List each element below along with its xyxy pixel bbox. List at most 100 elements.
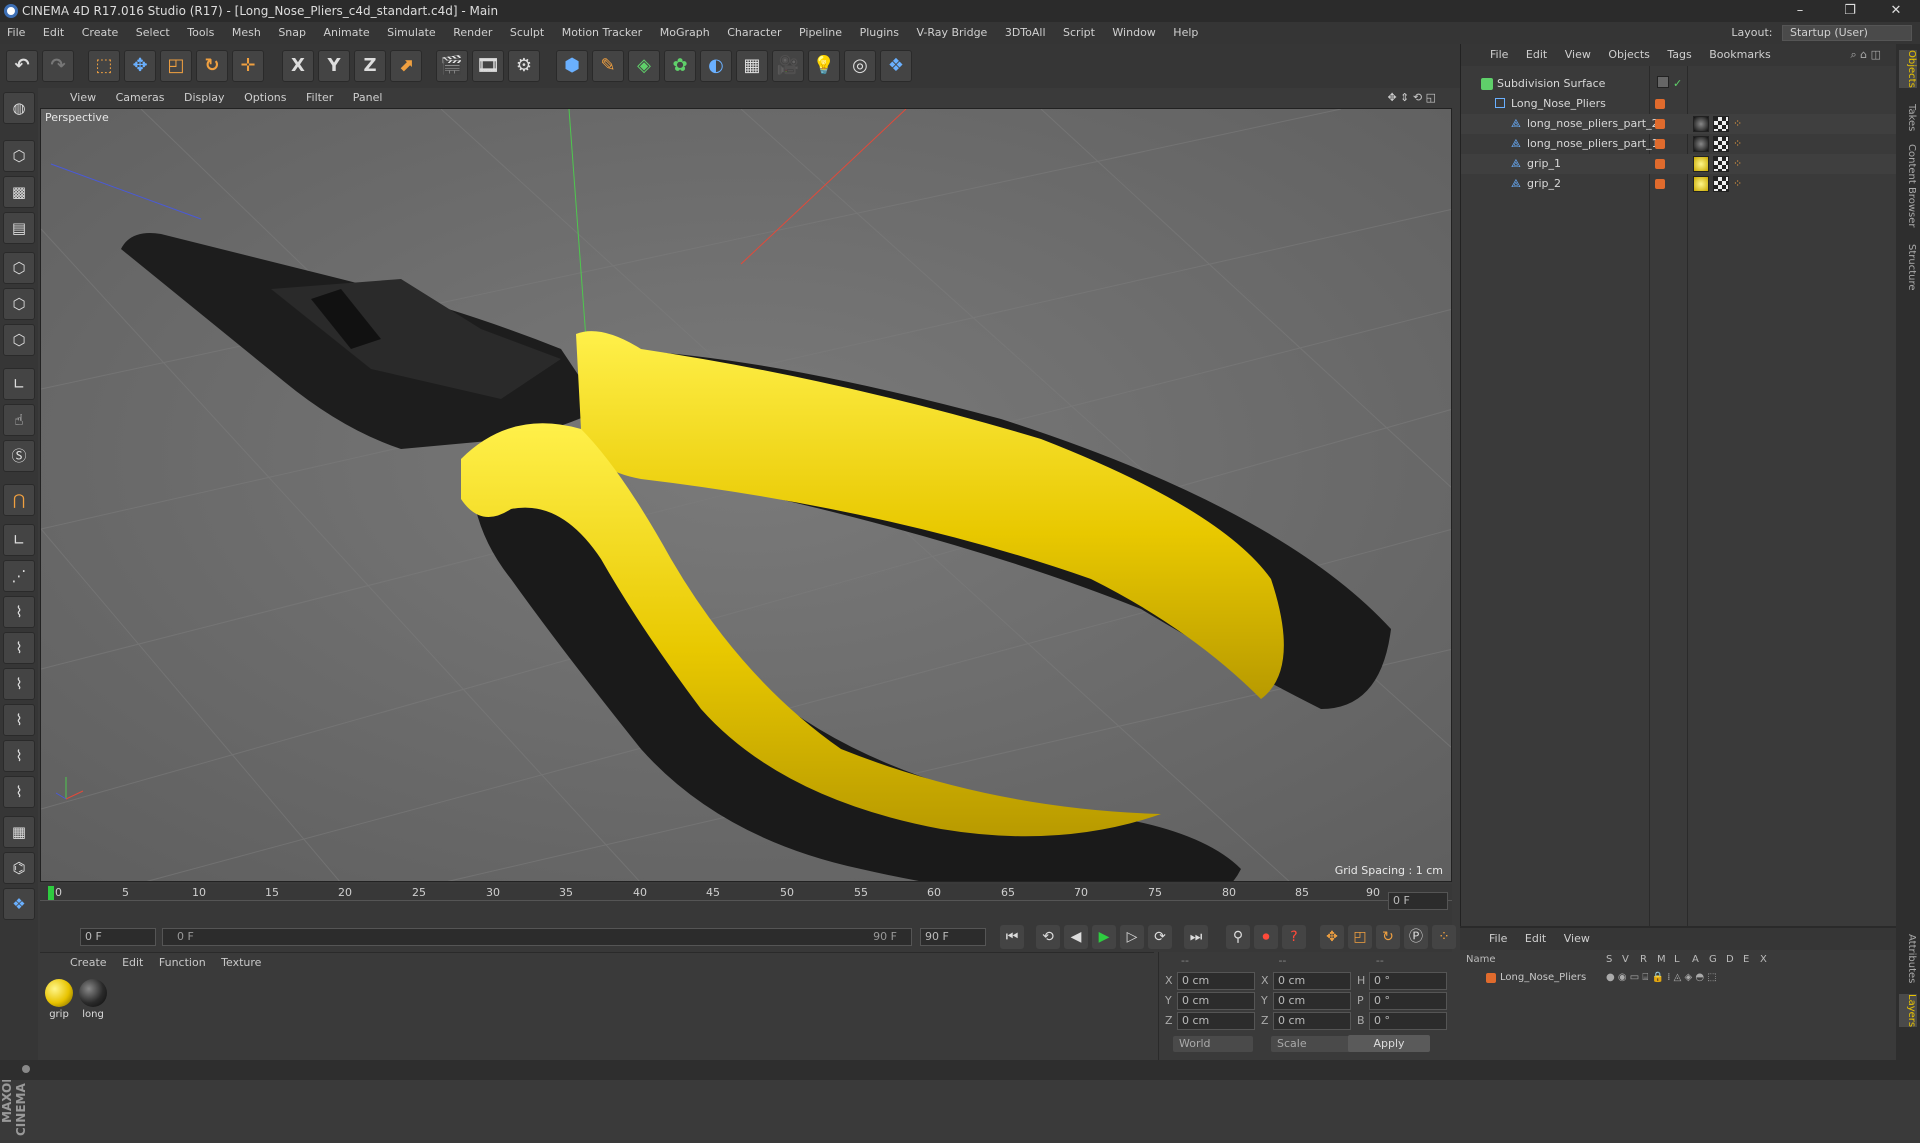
solo-icon[interactable]: Ⓢ [3,440,35,472]
menu-script[interactable]: Script [1056,22,1102,44]
render-settings-icon[interactable]: ⚙ [508,50,540,82]
scale-tool-icon[interactable]: ◰ [160,50,192,82]
menu-help[interactable]: Help [1166,22,1205,44]
phong-tag-icon[interactable]: ⁘ [1733,174,1742,194]
material-tag[interactable] [1693,116,1709,132]
subdivision-surface-icon[interactable]: ◈ [628,50,660,82]
brush-r-icon[interactable]: ⌇ [3,632,35,664]
object-name[interactable]: long_nose_pliers_part_1 [1527,134,1659,154]
layout-dropdown[interactable]: Startup (User) [1782,25,1912,41]
key-rotation-icon[interactable]: ↻ [1376,925,1400,949]
restore-button[interactable]: ❐ [1830,0,1870,22]
obj-menu-view[interactable]: View [1558,44,1598,66]
material-tag[interactable] [1693,176,1709,192]
material-grip[interactable]: grip [44,979,74,1020]
material-tag[interactable] [1693,156,1709,172]
brush-a-icon[interactable]: ⌇ [3,740,35,772]
position-x-field[interactable]: 0 cm [1177,972,1255,990]
key-pla-icon[interactable]: ⁘ [1432,925,1456,949]
object-row[interactable]: Subdivision Surface ✓ [1461,74,1897,94]
layer-menu-view[interactable]: View [1557,928,1597,950]
cube-primitive-icon[interactable]: ⬢ [556,50,588,82]
minimize-button[interactable]: – [1780,0,1820,22]
spline-pen-icon[interactable]: ✎ [592,50,624,82]
layer-box[interactable] [1657,76,1669,88]
material-long[interactable]: long [78,979,108,1020]
layer-color-dot[interactable] [1655,159,1665,169]
size-x-field[interactable]: 0 cm [1273,972,1351,990]
object-name[interactable]: grip_1 [1527,154,1561,174]
mat-menu-function[interactable]: Function [153,953,212,973]
layer-color-dot[interactable] [1655,119,1665,129]
layer-menu-edit[interactable]: Edit [1518,928,1553,950]
current-frame-field[interactable]: 0 F [1388,892,1448,910]
vp-menu-display[interactable]: Display [176,88,233,108]
size-mode-dropdown[interactable]: Scale [1271,1036,1351,1052]
vp-menu-panel[interactable]: Panel [345,88,391,108]
timeline-ruler[interactable]: 0 5 10 15 20 25 30 35 40 45 50 55 60 65 … [40,884,1452,922]
layer-color-dot[interactable] [1655,139,1665,149]
key-parameter-icon[interactable]: Ⓟ [1404,925,1428,949]
phong-tag-icon[interactable]: ⁘ [1733,134,1742,154]
go-to-start-icon[interactable]: ⏮ [1000,925,1024,949]
menu-tools[interactable]: Tools [180,22,221,44]
magnet-icon[interactable]: ⌬ [3,852,35,884]
layer-color-dot[interactable] [1655,99,1665,109]
tab-layers[interactable]: Layers [1899,994,1917,1028]
menu-vray-bridge[interactable]: V-Ray Bridge [909,22,994,44]
edges-mode-icon[interactable]: ⬡ [3,288,35,320]
brush-o-icon[interactable]: ⌇ [3,704,35,736]
snap-icon[interactable]: ⋂ [3,484,35,516]
live-selection-icon[interactable]: ⬚ [88,50,120,82]
menu-3dtoall[interactable]: 3DToAll [998,22,1053,44]
apply-button[interactable]: Apply [1348,1035,1430,1052]
keyframe-selection-icon[interactable]: ⚲ [1226,925,1250,949]
brush-s-icon[interactable]: ⌇ [3,668,35,700]
menu-animate[interactable]: Animate [317,22,377,44]
next-frame-icon[interactable]: ▷ [1120,925,1144,949]
menu-select[interactable]: Select [129,22,177,44]
uvw-tag[interactable] [1713,156,1729,172]
mat-menu-create[interactable]: Create [64,953,113,973]
move-tool-icon[interactable]: ✥ [124,50,156,82]
rotation-p-field[interactable]: 0 ° [1369,992,1447,1010]
autokey-icon[interactable]: ? [1282,925,1306,949]
record-keys-icon[interactable]: ⏺ [1254,925,1278,949]
end-frame-field[interactable]: 90 F [920,928,986,946]
size-y-field[interactable]: 0 cm [1273,992,1351,1010]
material-tag[interactable] [1693,136,1709,152]
uvw-tag[interactable] [1713,136,1729,152]
light-icon[interactable]: 💡 [808,50,840,82]
phong-tag-icon[interactable]: ⁘ [1733,114,1742,134]
lock-workplane-icon[interactable]: ▦ [3,816,35,848]
menu-snap[interactable]: Snap [271,22,313,44]
grid-snap-icon[interactable]: ⋰ [3,560,35,592]
range-slider[interactable]: 0 F 90 F [162,928,912,946]
camera-icon[interactable]: 🎥 [772,50,804,82]
viewport-nav-icons[interactable]: ✥ ⇕ ⟲ ◱ [1379,88,1444,108]
layer-color-dot[interactable] [1486,973,1496,983]
workplane-lock-icon[interactable]: ∟ [3,524,35,556]
brush-b-icon[interactable]: ⌇ [3,776,35,808]
size-z-field[interactable]: 0 cm [1273,1012,1351,1030]
playhead-marker[interactable] [48,886,54,900]
menu-mograph[interactable]: MoGraph [653,22,717,44]
go-to-end-icon[interactable]: ⏭ [1184,925,1208,949]
mat-menu-edit[interactable]: Edit [116,953,149,973]
object-row[interactable]: Long_Nose_Pliers [1461,94,1897,114]
key-scale-icon[interactable]: ◰ [1348,925,1372,949]
close-button[interactable]: ✕ [1876,0,1916,22]
render-picture-viewer-icon[interactable]: 🎞 [472,50,504,82]
brush-p-icon[interactable]: ⌇ [3,596,35,628]
layer-row[interactable]: Long_Nose_Pliers ● ◉ ▭ ⌸ 🔒 ⁞ ◬ ◈ ◓ ⬚ [1460,970,1896,986]
menu-pipeline[interactable]: Pipeline [792,22,849,44]
tab-attributes[interactable]: Attributes [1899,934,1917,983]
object-name[interactable]: Subdivision Surface [1497,74,1605,94]
render-view-icon[interactable]: 🎬 [436,50,468,82]
viewport-perspective[interactable]: Perspective Grid Spacing : 1 cm [40,108,1452,882]
rotation-b-field[interactable]: 0 ° [1369,1012,1447,1030]
vray-icon[interactable]: ◎ [844,50,876,82]
menu-window[interactable]: Window [1105,22,1162,44]
vp-menu-view[interactable]: View [62,88,104,108]
vp-menu-filter[interactable]: Filter [298,88,341,108]
